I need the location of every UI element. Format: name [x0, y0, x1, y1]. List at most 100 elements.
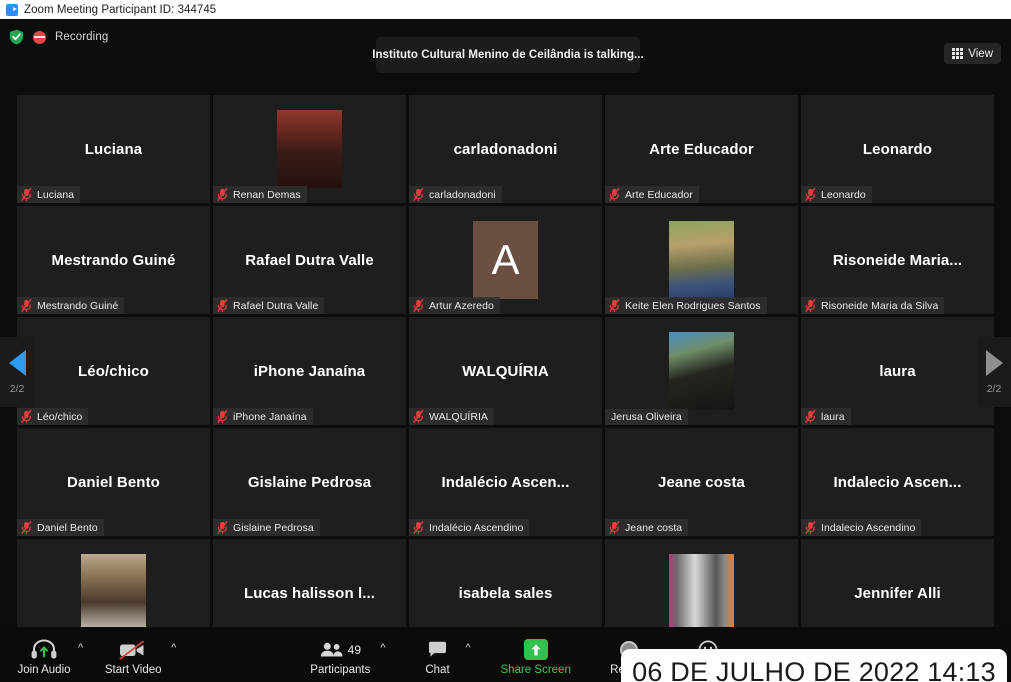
participant-tile[interactable]: A Artur Azeredo	[409, 206, 602, 314]
participant-name-label: Gislaine Pedrosa	[233, 521, 314, 534]
share-screen-label: Share Screen	[500, 663, 571, 676]
participant-name-label: Jerusa Oliveira	[611, 411, 682, 423]
join-audio-label: Join Audio	[17, 663, 71, 676]
participant-name-bar: Jeane costa	[605, 519, 689, 536]
participant-tile[interactable]: Indalécio Ascen... Indalécio Ascendino	[409, 428, 602, 536]
grid-view-icon	[952, 48, 964, 59]
join-audio-caret-icon[interactable]: ^	[78, 643, 83, 654]
shield-check-icon[interactable]	[9, 29, 24, 45]
participant-display-name: laura	[879, 362, 916, 380]
participant-display-name: Mestrando Guiné	[51, 251, 176, 269]
participant-display-name: Lucas halisson l...	[243, 584, 376, 602]
participant-name-bar: iPhone Janaína	[213, 408, 313, 425]
microphone-muted-icon	[413, 188, 424, 201]
participant-tile[interactable]: Léo/chico Léo/chico	[17, 317, 210, 425]
next-page-indicator: 2/2	[986, 382, 1002, 395]
participant-gallery: Luciana Luciana Renan Demas carladonadoni ca…	[17, 95, 994, 647]
participant-display-name: Luciana	[84, 140, 143, 158]
chat-button[interactable]: Chat	[414, 627, 462, 682]
microphone-muted-icon	[805, 299, 816, 312]
microphone-muted-icon	[217, 299, 228, 312]
participant-name-bar: Indalécio Ascendino	[409, 519, 530, 536]
chat-caret-icon[interactable]: ^	[466, 643, 471, 654]
zoom-icon	[6, 3, 18, 16]
participants-caret-icon[interactable]: ^	[380, 643, 385, 654]
participant-name-label: Artur Azeredo	[429, 299, 494, 312]
participant-name-label: Arte Educador	[625, 188, 693, 201]
microphone-muted-icon	[21, 299, 32, 312]
participants-label: Participants	[310, 663, 371, 676]
participant-tile[interactable]: Indalecio Ascen... Indalecio Ascendino	[801, 428, 994, 536]
microphone-muted-icon	[21, 521, 32, 534]
participant-display-name: Risoneide Maria...	[832, 251, 963, 269]
participant-video-thumbnail	[277, 110, 342, 188]
participant-display-name: Arte Educador	[649, 140, 754, 158]
participant-tile[interactable]: iPhone Janaína iPhone Janaína	[213, 317, 406, 425]
participant-tile[interactable]: laura laura	[801, 317, 994, 425]
participant-tile[interactable]: Mestrando Guiné Mestrando Guiné	[17, 206, 210, 314]
participants-button[interactable]: 49 Participants	[304, 627, 376, 682]
microphone-muted-icon	[805, 410, 816, 423]
start-video-button[interactable]: Start Video	[99, 627, 167, 682]
participant-name-label: Jeane costa	[625, 521, 683, 534]
share-screen-button[interactable]: Share Screen	[493, 627, 579, 682]
participant-tile[interactable]: Daniel Bento Daniel Bento	[17, 428, 210, 536]
microphone-muted-icon	[609, 299, 620, 312]
join-audio-button[interactable]: Join Audio	[14, 627, 74, 682]
participant-tile[interactable]: Luciana Luciana	[17, 95, 210, 203]
header-left-group: Recording	[0, 19, 108, 45]
participant-video-thumbnail	[81, 554, 146, 632]
participant-name-bar: Mestrando Guiné	[17, 297, 125, 314]
participant-tile[interactable]: Jerusa Oliveira	[605, 317, 798, 425]
participant-name-bar: Risoneide Maria da Silva	[801, 297, 945, 314]
microphone-muted-icon	[805, 188, 816, 201]
microphone-muted-icon	[217, 188, 228, 201]
view-button[interactable]: View	[944, 43, 1001, 64]
participant-name-label: Renan Demas	[233, 188, 301, 201]
microphone-muted-icon	[21, 188, 32, 201]
participant-tile[interactable]: Arte Educador Arte Educador	[605, 95, 798, 203]
microphone-muted-icon	[413, 521, 424, 534]
participant-display-name: Indalecio Ascen...	[833, 473, 962, 491]
participant-name-label: Indalecio Ascendino	[821, 521, 916, 534]
participant-tile[interactable]: Rafael Dutra Valle Rafael Dutra Valle	[213, 206, 406, 314]
start-video-caret-icon[interactable]: ^	[171, 643, 176, 654]
triangle-right-icon	[985, 349, 1003, 376]
microphone-muted-icon	[21, 410, 32, 423]
participant-avatar: A	[473, 221, 538, 299]
headset-icon	[31, 638, 57, 662]
participant-display-name: iPhone Janaína	[253, 362, 366, 380]
participant-tile[interactable]: Keite Elen Rodrigues Santos	[605, 206, 798, 314]
participant-display-name: Leonardo	[862, 140, 933, 158]
participant-name-label: Luciana	[37, 188, 75, 201]
gallery-prev-page-button[interactable]: 2/2	[0, 337, 34, 407]
participant-name-bar: Jerusa Oliveira	[605, 409, 688, 425]
participant-name-bar: carladonadoni	[409, 186, 502, 203]
participant-tile[interactable]: Gislaine Pedrosa Gislaine Pedrosa	[213, 428, 406, 536]
microphone-muted-icon	[609, 521, 620, 534]
participant-tile[interactable]: Leonardo Leonardo	[801, 95, 994, 203]
recording-icon[interactable]	[33, 30, 46, 44]
participant-tile[interactable]: Renan Demas	[213, 95, 406, 203]
participant-display-name: WALQUÍRIA	[462, 362, 549, 380]
prev-page-indicator: 2/2	[9, 382, 25, 395]
timestamp-text: 06 DE JULHO DE 2022 14:13	[632, 657, 996, 682]
participant-name-bar: WALQUÍRIA	[409, 408, 494, 425]
gallery-next-page-button[interactable]: 2/2	[977, 337, 1011, 407]
participant-display-name: Gislaine Pedrosa	[247, 473, 372, 491]
participant-name-bar: Arte Educador	[605, 186, 699, 203]
participant-name-label: Léo/chico	[37, 410, 83, 423]
participant-name-label: Risoneide Maria da Silva	[821, 299, 939, 312]
chat-bubble-icon	[428, 638, 447, 662]
participant-name-bar: Luciana	[17, 186, 81, 203]
participant-tile[interactable]: Jeane costa Jeane costa	[605, 428, 798, 536]
participant-name-label: Daniel Bento	[37, 521, 98, 534]
participant-name-bar: Gislaine Pedrosa	[213, 519, 320, 536]
recording-label: Recording	[55, 31, 109, 43]
participant-tile[interactable]: WALQUÍRIA WALQUÍRIA	[409, 317, 602, 425]
microphone-muted-icon	[413, 299, 424, 312]
participant-name-bar: Rafael Dutra Valle	[213, 297, 325, 314]
zoom-meeting-window: Recording Instituto Cultural Menino de C…	[0, 19, 1011, 682]
participant-tile[interactable]: Risoneide Maria... Risoneide Maria da Sil…	[801, 206, 994, 314]
participant-tile[interactable]: carladonadoni carladonadoni	[409, 95, 602, 203]
